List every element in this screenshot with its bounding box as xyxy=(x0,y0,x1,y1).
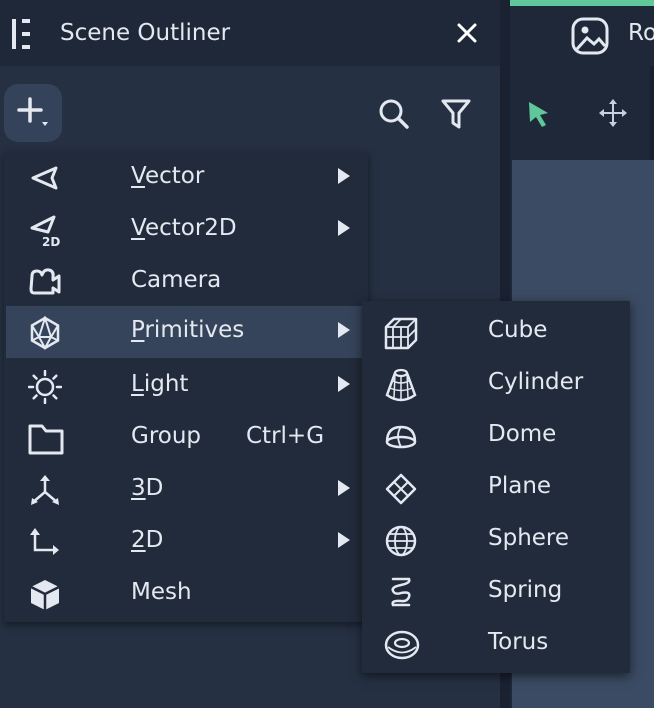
menu-item-primitives[interactable]: Primitives xyxy=(6,306,362,358)
submenu-item-label: Sphere xyxy=(488,525,570,551)
submenu-item-dome[interactable]: Dome xyxy=(362,410,630,462)
outliner-toolbar xyxy=(0,66,500,160)
submenu-item-label: Cylinder xyxy=(488,369,584,395)
filter-icon[interactable] xyxy=(440,98,472,134)
menu-item-label: Group xyxy=(131,423,202,449)
outliner-title: Scene Outliner xyxy=(60,20,231,46)
submenu-item-label: Spring xyxy=(488,577,563,603)
svg-text:2D: 2D xyxy=(42,235,60,248)
submenu-arrow-icon xyxy=(338,376,350,392)
image-icon xyxy=(570,16,610,60)
spring-icon xyxy=(384,576,418,610)
menu-item-2d[interactable]: 2D xyxy=(4,516,368,568)
menu-item-camera[interactable]: Camera xyxy=(4,256,368,308)
submenu-item-sphere[interactable]: Sphere xyxy=(362,514,630,566)
menu-item-mesh[interactable]: Mesh xyxy=(4,568,368,620)
cylinder-icon xyxy=(384,368,418,402)
menu-item-vector[interactable]: Vector xyxy=(4,152,368,204)
submenu-item-cube[interactable]: Cube xyxy=(362,306,630,358)
menu-item-mnemonic: V xyxy=(131,163,145,189)
right-tab-label: Ro xyxy=(628,20,654,46)
submenu-item-cylinder[interactable]: Cylinder xyxy=(362,358,630,410)
primitives-submenu: Cube Cylinder Dome Plane Sphere Spring T… xyxy=(362,301,630,673)
add-menu: Vector 2D Vector2D Camera Primitives Lig… xyxy=(4,152,368,622)
menu-item-label: ector xyxy=(144,163,205,189)
dome-icon xyxy=(384,420,418,454)
group-folder-icon xyxy=(28,422,64,455)
menu-item-label: ight xyxy=(143,371,189,397)
torus-icon xyxy=(384,628,420,662)
menu-item-mnemonic: P xyxy=(131,317,145,343)
submenu-arrow-icon xyxy=(338,532,350,548)
sphere-icon xyxy=(384,524,418,558)
menu-item-mnemonic: L xyxy=(131,371,144,397)
add-icon xyxy=(17,97,48,126)
submenu-item-label: Dome xyxy=(488,421,557,447)
menu-item-vector2d[interactable]: 2D Vector2D xyxy=(4,204,368,256)
menu-item-label: rimitives xyxy=(144,317,245,343)
submenu-item-label: Plane xyxy=(488,473,552,499)
submenu-item-label: Cube xyxy=(488,317,548,343)
outliner-grip-icon[interactable] xyxy=(10,18,32,54)
submenu-item-spring[interactable]: Spring xyxy=(362,566,630,618)
submenu-arrow-icon xyxy=(338,168,350,184)
viewport-toolbar xyxy=(510,66,654,160)
menu-item-label: D xyxy=(145,527,164,553)
submenu-item-torus[interactable]: Torus xyxy=(362,618,630,670)
submenu-arrow-icon xyxy=(338,220,350,236)
primitives-icon xyxy=(28,314,60,351)
add-button[interactable] xyxy=(4,84,62,142)
move-icon[interactable] xyxy=(598,98,628,132)
menu-item-group[interactable]: Group Ctrl+G xyxy=(4,412,368,464)
light-icon xyxy=(27,369,63,405)
outliner-titlebar: Scene Outliner xyxy=(0,0,500,66)
close-icon[interactable] xyxy=(454,20,480,46)
plane-icon xyxy=(384,472,418,506)
submenu-item-plane[interactable]: Plane xyxy=(362,462,630,514)
vector-icon xyxy=(28,162,60,194)
right-tab[interactable]: Ro xyxy=(510,0,654,66)
menu-item-light[interactable]: Light xyxy=(4,360,368,412)
cube-icon xyxy=(384,316,418,350)
submenu-arrow-icon xyxy=(338,480,350,496)
menu-item-mnemonic: V xyxy=(131,215,145,241)
submenu-item-label: Torus xyxy=(488,629,549,655)
menu-item-label: ector2D xyxy=(144,215,237,241)
menu-item-shortcut: Ctrl+G xyxy=(246,423,325,449)
toolbar-separator xyxy=(650,66,654,160)
select-pointer-icon[interactable] xyxy=(526,100,552,132)
3d-axes-icon xyxy=(28,474,60,506)
menu-item-label: Camera xyxy=(131,267,222,293)
menu-item-mnemonic: 3 xyxy=(131,475,146,501)
vector2d-icon: 2D xyxy=(28,214,60,249)
menu-item-label: Mesh xyxy=(131,579,192,605)
mesh-icon xyxy=(28,578,60,610)
search-icon[interactable] xyxy=(378,98,410,134)
menu-item-3d[interactable]: 3D xyxy=(4,464,368,516)
camera-icon xyxy=(28,266,61,298)
menu-item-mnemonic: 2 xyxy=(131,527,146,553)
2d-axes-icon xyxy=(28,526,60,558)
menu-item-label: D xyxy=(145,475,164,501)
submenu-arrow-icon xyxy=(338,322,350,338)
